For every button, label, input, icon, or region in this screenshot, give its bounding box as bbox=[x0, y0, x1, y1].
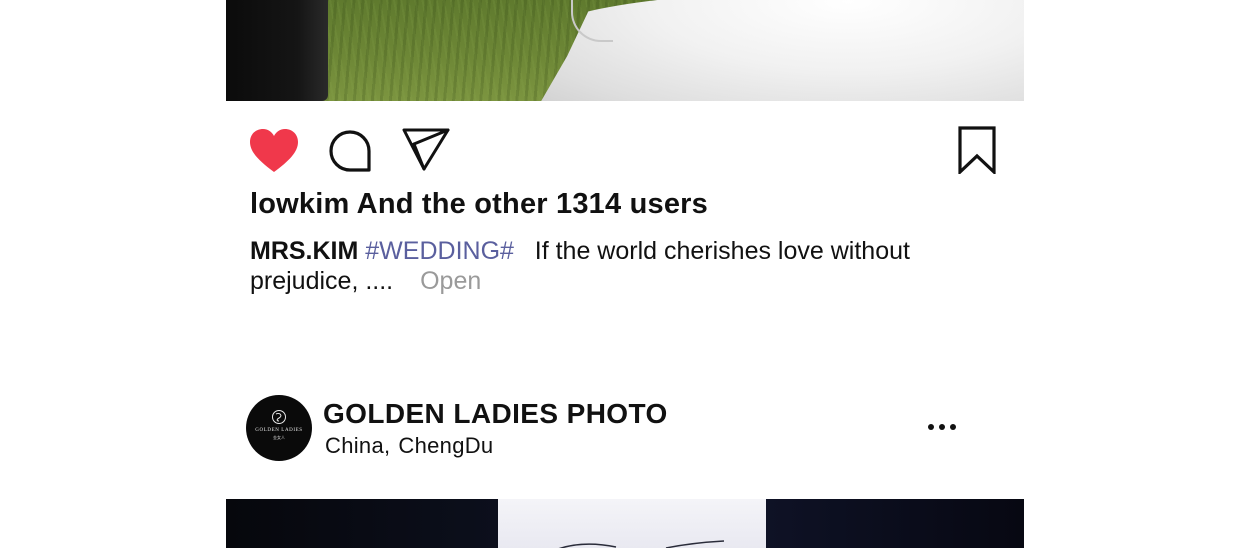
account-location[interactable]: China, ChengDu bbox=[325, 433, 493, 459]
more-options-button[interactable] bbox=[926, 417, 958, 437]
bookmark-icon[interactable] bbox=[958, 126, 996, 174]
caption-hashtag[interactable]: #WEDDING# bbox=[365, 237, 514, 265]
more-dots-icon bbox=[939, 424, 945, 430]
next-post-header: GOLDEN LADIES 金女人 GOLDEN LADIES PHOTO Ch… bbox=[246, 395, 1006, 465]
avatar-logo-subtext: 金女人 bbox=[273, 435, 285, 440]
next-post-photo[interactable] bbox=[226, 499, 1024, 548]
post-caption: MRS.KIM #WEDDING# If the world cherishes… bbox=[250, 236, 950, 296]
account-name[interactable]: GOLDEN LADIES PHOTO bbox=[323, 398, 668, 430]
post-action-bar bbox=[226, 120, 1024, 180]
likes-summary[interactable]: lowkim And the other 1314 users bbox=[250, 188, 708, 221]
send-icon[interactable] bbox=[402, 127, 450, 171]
more-dots-icon bbox=[950, 424, 956, 430]
post-photo[interactable] bbox=[226, 0, 1024, 101]
comment-bubble-icon[interactable] bbox=[328, 129, 372, 173]
more-dots-icon bbox=[928, 424, 934, 430]
likes-user[interactable]: lowkim bbox=[250, 188, 350, 220]
caption-open-link[interactable]: Open bbox=[420, 267, 481, 295]
caption-author[interactable]: MRS.KIM bbox=[250, 237, 358, 265]
location-country: China, bbox=[325, 433, 391, 458]
avatar-logo-text: GOLDEN LADIES bbox=[255, 428, 303, 433]
photo-scribble bbox=[558, 540, 725, 548]
photo-groom-suit bbox=[226, 0, 328, 101]
likes-rest: And the other 1314 users bbox=[349, 188, 708, 220]
avatar[interactable]: GOLDEN LADIES 金女人 bbox=[246, 395, 312, 461]
heart-filled-icon[interactable] bbox=[249, 128, 299, 174]
feed-column: lowkim And the other 1314 users MRS.KIM … bbox=[226, 0, 1024, 548]
brand-logo-icon bbox=[272, 410, 286, 424]
location-city: ChengDu bbox=[398, 433, 494, 458]
